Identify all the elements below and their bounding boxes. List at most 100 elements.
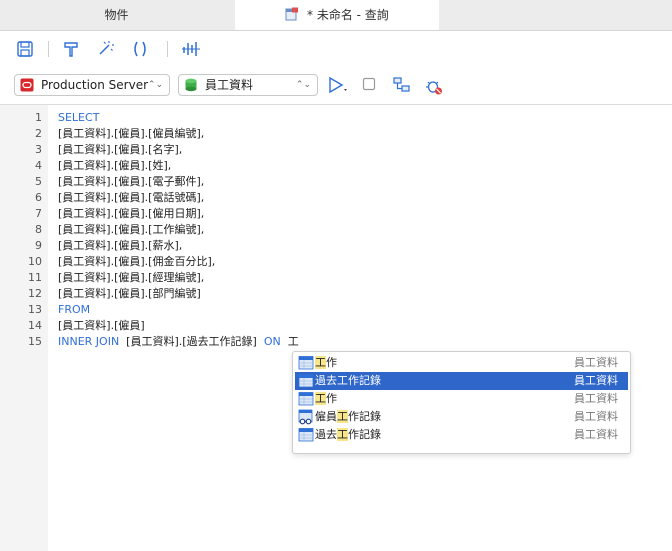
code-line[interactable]: [員工資料].[僱員].[姓], [58,158,171,174]
autocomplete-item[interactable]: 工作 員工資料 [295,390,628,408]
code-line[interactable]: [員工資料].[僱員].[電子郵件], [58,174,204,190]
line-number: 14 [28,319,42,332]
name-prefix: 過去工作記錄 [315,374,381,387]
line-number: 13 [28,303,42,316]
code-line[interactable]: [員工資料].[僱員].[工作編號], [58,222,204,238]
tab-objects-label: 物件 [104,8,129,22]
autocomplete-item-schema: 員工資料 [574,374,618,387]
explain-icon[interactable] [181,39,201,59]
sql-keyword: ON [263,335,281,348]
line-number: 3 [35,143,42,156]
connection-select[interactable]: Production Server ⌃⌄ [14,74,170,96]
code-line[interactable]: [員工資料].[僱員] [58,318,145,334]
tab-objects[interactable]: 物件 [0,0,233,30]
match-highlight: 工 [337,428,348,441]
code-line[interactable]: [員工資料].[僱員].[僱員編號], [58,126,204,142]
code-line[interactable]: [員工資料].[僱員].[名字], [58,142,182,158]
tab-bar: 物件 * 未命名 - 查詢 [0,0,672,31]
tab-query-label: * 未命名 - 查詢 [307,8,389,22]
match-highlight: 工 [315,392,326,405]
database-select[interactable]: 員工資料 ⌃⌄ [178,74,318,96]
parentheses-icon[interactable] [130,39,150,59]
sql-text: [員工資料].[僱員].[電話號碼], [58,191,205,204]
connection-toolbar: Production Server ⌃⌄ 員工資料 ⌃⌄ [0,68,672,105]
code-line[interactable]: FROM [58,302,90,318]
table-icon [298,356,314,370]
query-icon [285,7,299,21]
sql-text: [員工資料].[僱員].[姓], [58,159,172,172]
run-icon[interactable] [327,76,351,96]
name-suffix: 作 [326,392,337,405]
toolbar-separator [167,41,168,57]
tab-query[interactable]: * 未命名 - 查詢 [235,0,439,30]
code-line[interactable]: [員工資料].[僱員].[薪水], [58,238,182,254]
code-line[interactable]: [員工資料].[僱員].[部門編號] [58,286,201,302]
connection-select-label: Production Server [41,78,149,92]
match-highlight: 工 [337,410,348,423]
autocomplete-item-schema: 員工資料 [574,356,618,369]
debug-icon[interactable] [424,76,444,96]
save-icon[interactable] [15,39,35,59]
sql-text: [員工資料].[僱員].[薪水], [58,239,183,252]
database-icon [185,78,197,92]
code-line[interactable]: [員工資料].[僱員].[僱用日期], [58,206,204,222]
sql-text: [員工資料].[僱員] [58,319,145,332]
sql-text: [員工資料].[僱員].[僱用日期], [58,207,205,220]
line-number: 2 [35,127,42,140]
sql-text: [員工資料].[僱員].[名字], [58,143,183,156]
magic-wand-icon[interactable] [95,39,115,59]
autocomplete-item[interactable]: 工作 員工資料 [295,354,628,372]
code-line[interactable]: INNER JOIN [員工資料].[過去工作記錄] ON 工 [58,334,299,350]
sql-text: [員工資料].[僱員].[部門編號] [58,287,201,300]
code-line[interactable]: [員工資料].[僱員].[電話號碼], [58,190,204,206]
name-prefix: 僱員 [315,410,337,423]
autocomplete-item[interactable]: 過去工作記錄 員工資料 [295,372,628,390]
sql-text: [員工資料].[過去工作記錄] [119,335,264,348]
sql-text: [員工資料].[僱員].[電子郵件], [58,175,205,188]
match-highlight: 工 [315,356,326,369]
name-suffix: 作記錄 [348,410,381,423]
line-number-gutter: 1 2 3 4 5 6 7 8 9 10 11 12 13 14 15 [0,105,48,551]
format-brush-icon[interactable] [61,39,81,59]
autocomplete-item-name: 工作 [315,390,337,408]
line-number: 7 [35,207,42,220]
sql-keyword: FROM [58,303,91,316]
line-number: 4 [35,159,42,172]
line-number: 10 [28,255,42,268]
sql-text: 工 [280,335,299,348]
sql-text: [員工資料].[僱員].[僱員編號], [58,127,205,140]
autocomplete-item-name: 過去工作記錄 [315,426,381,444]
code-line[interactable]: [員工資料].[僱員].[經理編號], [58,270,204,286]
code-line[interactable]: [員工資料].[僱員].[佣金百分比], [58,254,215,270]
autocomplete-item-name: 工作 [315,354,337,372]
line-number: 8 [35,223,42,236]
code-line[interactable]: SELECT [58,110,99,126]
line-number: 1 [35,111,42,124]
line-number: 15 [28,335,42,348]
query-builder-icon[interactable] [392,76,412,96]
autocomplete-item[interactable]: 僱員工作記錄 員工資料 [295,408,628,426]
editor-toolbar [0,31,672,67]
name-prefix: 過去 [315,428,337,441]
sql-text: [員工資料].[僱員].[經理編號], [58,271,205,284]
table-icon [298,428,314,442]
stop-icon[interactable] [362,77,376,91]
sql-editor[interactable]: 1 2 3 4 5 6 7 8 9 10 11 12 13 14 15 SELECT [員工資料].[僱員].… [0,105,672,551]
line-number: 6 [35,191,42,204]
oracle-connection-icon [20,78,34,92]
sql-text: [員工資料].[僱員].[工作編號], [58,223,205,236]
name-suffix: 作 [326,356,337,369]
autocomplete-item-name: 僱員工作記錄 [315,408,381,426]
sql-keyword: INNER JOIN [58,335,120,348]
autocomplete-item-name: 過去工作記錄 [315,372,381,390]
autocomplete-item-schema: 員工資料 [574,392,618,405]
autocomplete-item[interactable]: 過去工作記錄 員工資料 [295,426,628,444]
sql-keyword: SELECT [58,111,100,124]
autocomplete-item-schema: 員工資料 [574,410,618,423]
database-select-label: 員工資料 [205,78,254,92]
name-suffix: 作記錄 [348,428,381,441]
line-number: 5 [35,175,42,188]
chevron-updown-icon: ⌃⌄ [147,80,163,90]
line-number: 12 [28,287,42,300]
autocomplete-popup: 工作 員工資料 過去工作記錄 員工資料 工作 員工資料 僱員工作記錄 員工資料 過去工作記錄 員工… [292,351,631,454]
